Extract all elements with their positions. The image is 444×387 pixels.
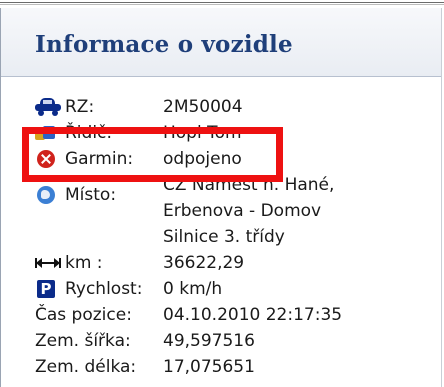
cas-pozice-label: Čas pozice: [35,305,132,325]
cas-pozice-value: 04.10.2010 22:17:35 [163,305,343,325]
distance-arrows-icon [35,258,61,268]
vehicle-info-panel: Informace o vozidle RZ: 2M50004 Řidič: H… [0,8,442,387]
parking-icon: P [37,280,55,298]
car-icon [35,98,61,116]
row-misto: Místo: CZ Náměšť n. Hané, Erbenova - Dom… [35,172,435,250]
zem-delka-label: Zem. délka: [35,357,137,377]
panel-header: Informace o vozidle [1,8,441,77]
row-zem-delka: Zem. délka: 17,075651 [35,354,435,380]
zem-delka-value: 17,075651 [163,357,255,377]
top-border-line [0,2,444,3]
top-border-line-light [0,4,444,5]
km-value: 36622,29 [163,253,245,273]
row-cas-pozice: Čas pozice: 04.10.2010 22:17:35 [35,302,435,328]
top-border [0,0,444,6]
globe-icon [37,186,55,204]
highlight-box [22,127,283,182]
rz-label: RZ: [65,97,95,117]
misto-label: Místo: [65,185,117,205]
zem-sirka-value: 49,597516 [163,331,255,351]
rychlost-label: Rychlost: [65,279,143,299]
zem-sirka-label: Zem. šířka: [35,331,131,351]
rz-value: 2M50004 [163,97,243,117]
row-rz: RZ: 2M50004 [35,94,435,120]
panel-title: Informace o vozidle [35,31,293,58]
row-zem-sirka: Zem. šířka: 49,597516 [35,328,435,354]
misto-line-2: Erbenova - Domov [163,201,322,221]
rychlost-value: 0 km/h [163,279,223,299]
row-rychlost: P Rychlost: 0 km/h [35,276,435,302]
row-km: km : 36622,29 [35,250,435,276]
km-label: km : [65,253,103,273]
misto-line-3: Silnice 3. třídy [163,227,285,247]
